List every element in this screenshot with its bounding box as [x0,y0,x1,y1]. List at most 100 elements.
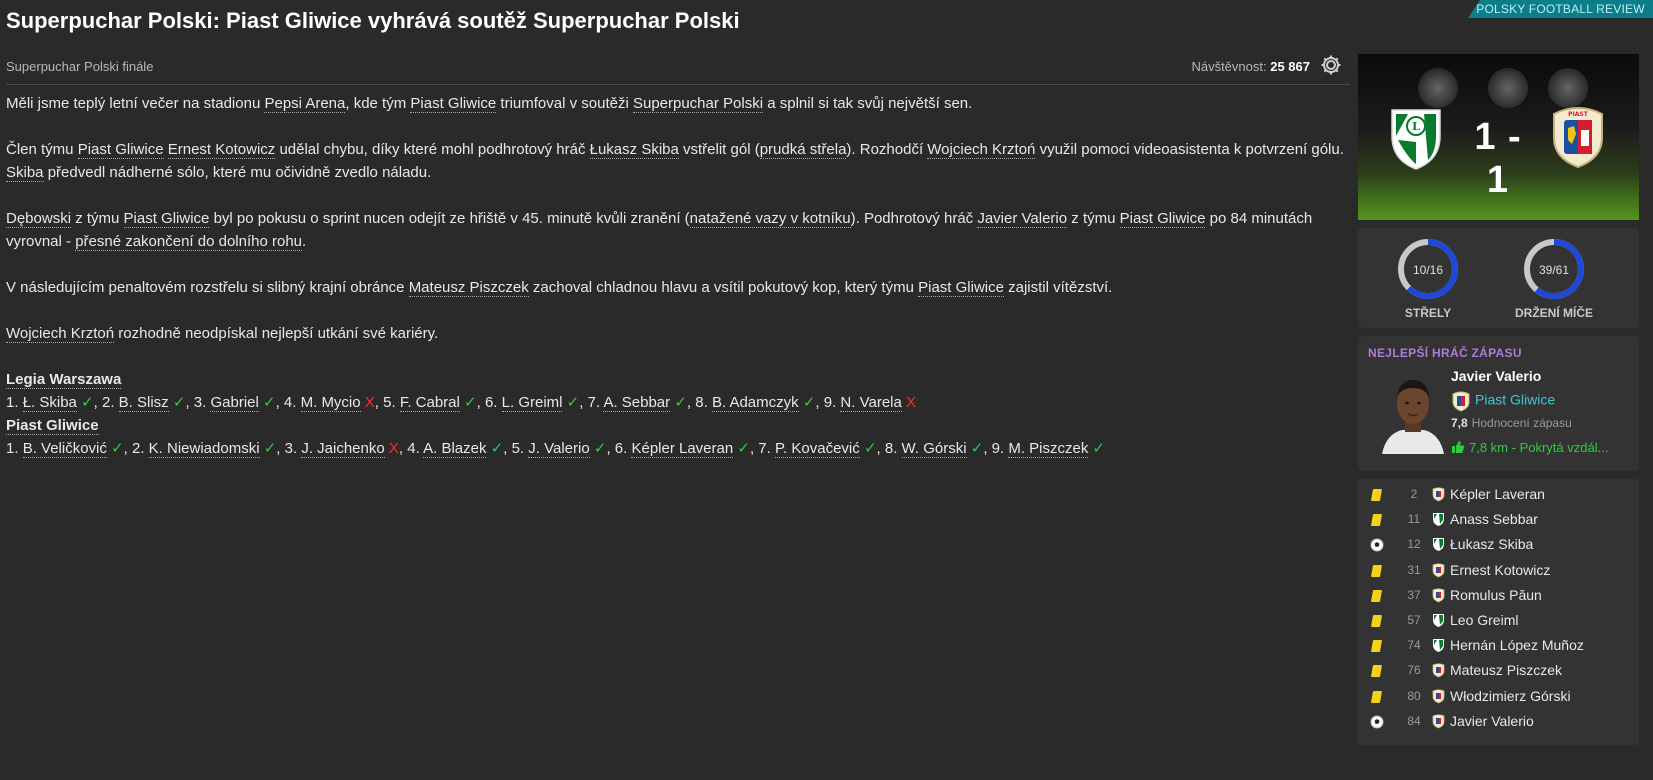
player-link[interactable]: Mateusz Piszczek [408,279,529,297]
kick-number: 2. [131,440,145,457]
player-link[interactable]: Dębowski [6,210,72,228]
kick-taker-link[interactable]: J. Jaichenko [301,440,385,458]
kick-taker-link[interactable]: A. Sebbar [603,394,671,412]
scored-check-icon: ✓ [263,440,277,457]
kick-taker-link[interactable]: N. Varela [840,394,902,412]
legia-crest-icon[interactable]: L [1388,106,1444,172]
kick-number: 5. [383,394,396,411]
event-player[interactable]: Włodzimierz Górski [1450,688,1571,704]
attendance-value: 25 867 [1270,59,1310,74]
event-player[interactable]: Romulus Păun [1450,587,1542,603]
event-player[interactable]: Képler Laveran [1450,486,1545,502]
yellow-card-icon [1370,589,1384,603]
referee-link[interactable]: Wojciech Krztoń [927,141,1036,159]
potm-name[interactable]: Javier Valerio [1451,368,1541,384]
team-link[interactable]: Piast Gliwice [77,141,164,159]
team-link[interactable]: Piast Gliwice [410,95,497,113]
match-event-row[interactable]: 12 Łukasz Skiba [1358,533,1639,558]
legia-crest-icon [1432,613,1445,628]
scored-check-icon: ✓ [737,440,750,457]
kick-taker-link[interactable]: W. Górski [901,440,967,458]
shootout-kicks: 1. B. Veličković ✓, 2. K. Niewiadomski ✓… [6,437,1350,460]
shootout-team-name[interactable]: Piast Gliwice [6,417,99,435]
text: z týmu [71,210,124,227]
team-link[interactable]: Piast Gliwice [918,279,1004,297]
referee-link[interactable]: Wojciech Krztoń [6,325,115,343]
finish-type-link[interactable]: přesné zakončení do dolního rohu [75,233,303,251]
shootout-team-name[interactable]: Legia Warszawa [6,371,122,389]
team-link[interactable]: Piast Gliwice [1119,210,1206,228]
match-event-row[interactable]: 2 Képler Laveran [1358,483,1639,508]
injury-link[interactable]: natažené vazy v kotníku [689,210,851,228]
penalty-kick: 6. Képler Laveran ✓, [614,440,759,458]
match-event-row[interactable]: 57 Leo Greiml [1358,609,1639,634]
kick-number: 1. [6,440,19,457]
player-link[interactable]: Łukasz Skiba [589,141,679,159]
page-title: Superpuchar Polski: Piast Gliwice vyhráv… [6,8,740,33]
team-link[interactable]: Piast Gliwice [123,210,210,228]
event-player[interactable]: Leo Greiml [1450,612,1518,628]
kick-taker-link[interactable]: M. Piszczek [1008,440,1089,458]
event-player[interactable]: Javier Valerio [1450,713,1534,729]
kick-taker-link[interactable]: B. Slisz [118,394,169,412]
player-link[interactable]: Ernest Kotowicz [167,141,276,159]
kick-taker-link[interactable]: Képler Laveran [631,440,734,458]
event-player[interactable]: Hernán López Muñoz [1450,637,1584,653]
penalty-kick: 6. L. Greiml ✓, [484,394,588,412]
kick-number: 8. [884,440,898,457]
event-minute: 80 [1407,688,1421,703]
attendance-label: Návštěvnost: [1191,59,1267,74]
player-photo[interactable] [1380,372,1446,454]
match-event-row[interactable]: 76 Mateusz Piszczek [1358,659,1639,684]
match-event-row[interactable]: 74 Hernán López Muñoz [1358,634,1639,659]
kick-taker-link[interactable]: L. Greiml [501,394,563,412]
kick-taker-link[interactable]: A. Blazek [423,440,487,458]
match-event-row[interactable]: 31 Ernest Kotowicz [1358,559,1639,584]
event-player[interactable]: Łukasz Skiba [1450,536,1533,552]
match-event-row[interactable]: 11 Anass Sebbar [1358,508,1639,533]
piast-crest-icon[interactable]: PIAST [1548,104,1608,170]
text: ). Podhrotový hráč [850,210,978,227]
kick-taker-link[interactable]: Gabriel [210,394,259,412]
player-link[interactable]: Javier Valerio [977,210,1068,228]
match-stats: 10/16 STŘELY 39/61 DRŽENÍ MÍČE [1358,228,1639,328]
text: vstřelit gól ( [678,141,760,158]
kick-taker-link[interactable]: Ł. Skiba [22,394,77,412]
match-event-row[interactable]: 84 Javier Valerio [1358,710,1639,735]
shots-value: 10/16 [1412,263,1444,277]
scored-check-icon: ✓ [490,440,504,457]
possession-value: 39/61 [1538,263,1570,277]
match-event-row[interactable]: 37 Romulus Păun [1358,584,1639,609]
away-score: 1 [1486,159,1510,201]
report-paragraph: Wojciech Krztoń rozhodně neodpískal nejl… [6,322,1350,345]
piast-crest-icon [1432,688,1445,704]
penalty-kick: 3. Gabriel ✓, [193,394,284,412]
event-player[interactable]: Ernest Kotowicz [1450,562,1550,578]
kick-taker-link[interactable]: F. Cabral [399,394,460,412]
kick-number: 1. [6,394,19,411]
kick-taker-link[interactable]: K. Niewiadomski [148,440,260,458]
event-player[interactable]: Mateusz Piszczek [1450,662,1562,678]
penalty-kick: 4. M. Mycio X, [283,394,384,412]
kick-taker-link[interactable]: B. Adamczyk [711,394,799,412]
potm-club-link[interactable]: Piast Gliwice [1451,390,1555,412]
kick-taker-link[interactable]: B. Veličković [22,440,107,458]
stadium-link[interactable]: Pepsi Arena [264,95,346,113]
report-paragraph: Měli jsme teplý letní večer na stadionu … [6,92,1350,115]
match-event-row[interactable]: 80 Włodzimierz Górski [1358,685,1639,710]
event-player[interactable]: Anass Sebbar [1450,511,1538,527]
scoreboard: L 1 - 1 PIAST [1358,54,1639,220]
text: rozhodně neodpískal nejlepší utkání své … [114,325,439,342]
gear-icon[interactable] [1320,54,1342,76]
player-link[interactable]: Skiba [6,164,44,182]
penalty-kick: 2. K. Niewiadomski ✓, [131,440,285,458]
kick-taker-link[interactable]: J. Valerio [528,440,590,458]
shots-label: STŘELY [1404,306,1452,320]
kick-taker-link[interactable]: P. Kovačević [774,440,860,458]
competition-link[interactable]: Superpuchar Polski [632,95,764,113]
potm-club: Piast Gliwice [1475,391,1556,408]
kick-taker-link[interactable]: M. Mycio [300,394,361,412]
rating-label: Hodnocení zápasu [1471,416,1572,430]
shot-type-link[interactable]: prudká střela [759,141,847,159]
penalty-shootout: Legia Warszawa 1. Ł. Skiba ✓, 2. B. Slisz… [6,368,1350,460]
